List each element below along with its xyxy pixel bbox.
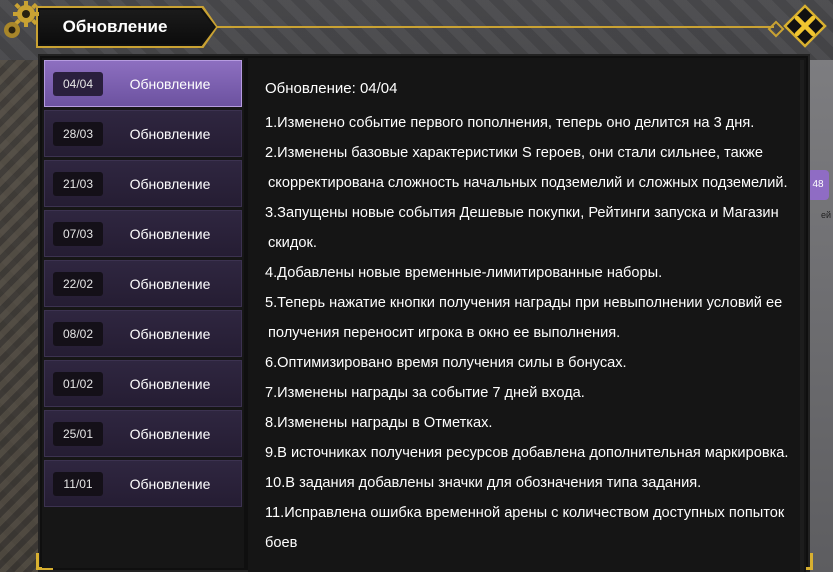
- update-date: 04/04: [53, 72, 103, 96]
- update-note-line: получения переносит игрока в окно ее вып…: [268, 325, 621, 341]
- update-label: Обновление: [129, 226, 211, 242]
- update-list-item[interactable]: 22/02 Обновление: [44, 260, 242, 307]
- gear-icon: [4, 1, 39, 38]
- update-note-line: 5.Теперь нажатие кнопки получения наград…: [265, 295, 783, 311]
- map-edge-left: [0, 60, 40, 572]
- update-list-item[interactable]: 28/03 Обновление: [44, 110, 242, 157]
- close-icon[interactable]: [783, 4, 827, 48]
- update-date: 11/01: [53, 472, 103, 496]
- update-date: 01/02: [53, 372, 103, 396]
- update-note-line: скорректирована сложность начальных подз…: [268, 175, 788, 191]
- update-note-line: 6.Оптимизировано время получения силы в …: [265, 355, 627, 371]
- update-note-line: 3.Запущены новые события Дешевые покупки…: [265, 205, 779, 221]
- update-date: 25/01: [53, 422, 103, 446]
- update-label: Обновление: [129, 126, 211, 142]
- update-list-item[interactable]: 08/02 Обновление: [44, 310, 242, 357]
- map-side-text: ей: [820, 210, 831, 220]
- update-note-line: 10.В задания добавлены значки для обозна…: [265, 475, 702, 491]
- update-date: 08/02: [53, 322, 103, 346]
- update-note-line: 2.Изменены базовые характеристики S геро…: [265, 145, 763, 161]
- update-list: 04/04 Обновление 28/03 Обновление 21/03 …: [42, 58, 244, 568]
- update-label: Обновление: [129, 376, 211, 392]
- update-list-item[interactable]: 21/03 Обновление: [44, 160, 242, 207]
- update-date: 22/02: [53, 272, 103, 296]
- update-list-item[interactable]: 01/02 Обновление: [44, 360, 242, 407]
- content-scrollbar[interactable]: [800, 60, 804, 572]
- update-label: Обновление: [129, 76, 211, 92]
- page-title: Обновление: [62, 17, 168, 36]
- map-badge: 48: [807, 170, 829, 200]
- header-divider: [214, 26, 774, 28]
- update-notes: 1.Изменено событие первого пополнения, т…: [265, 108, 795, 558]
- update-list-item[interactable]: 11/01 Обновление: [44, 460, 242, 507]
- update-label: Обновление: [129, 426, 211, 442]
- update-label: Обновление: [129, 176, 211, 192]
- update-label: Обновление: [129, 326, 211, 342]
- update-content-title: Обновление: 04/04: [265, 80, 398, 97]
- update-label: Обновление: [129, 476, 211, 492]
- update-note-line: 4.Добавлены новые временные-лимитированн…: [265, 265, 663, 281]
- update-list-item[interactable]: 04/04 Обновление: [44, 60, 242, 107]
- update-note-line: боев: [265, 535, 298, 551]
- update-note-line: 9.В источниках получения ресурсов добавл…: [265, 445, 789, 461]
- update-note-line: 1.Изменено событие первого пополнения, т…: [265, 115, 755, 131]
- update-list-item[interactable]: 25/01 Обновление: [44, 410, 242, 457]
- update-note-line: 7.Изменены награды за событие 7 дней вхо…: [265, 385, 585, 401]
- update-date: 21/03: [53, 172, 103, 196]
- update-content[interactable]: Обновление: 04/04 1.Изменено событие пер…: [248, 58, 806, 572]
- update-note-line: скидок.: [268, 235, 317, 251]
- update-note-line: 11.Исправлена ошибка временной арены с к…: [265, 505, 785, 521]
- update-label: Обновление: [129, 276, 211, 292]
- update-date: 07/03: [53, 222, 103, 246]
- update-note-line: 8.Изменены награды в Отметках.: [265, 415, 493, 431]
- update-date: 28/03: [53, 122, 103, 146]
- update-list-item[interactable]: 07/03 Обновление: [44, 210, 242, 257]
